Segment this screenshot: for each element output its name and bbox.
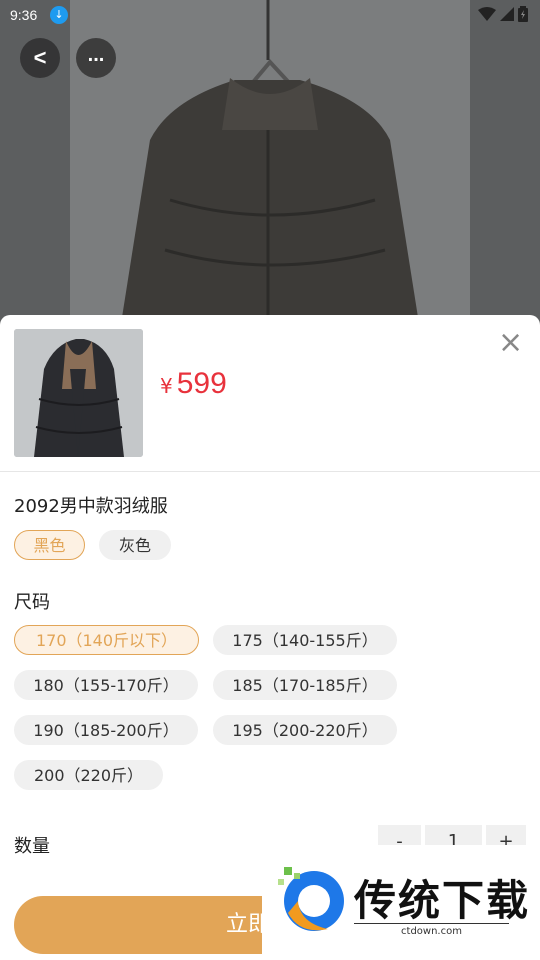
size-option-195[interactable]: 195（200-220斤） bbox=[213, 715, 397, 745]
watermark-url: ctdown.com bbox=[354, 923, 509, 937]
signal-icon bbox=[500, 7, 514, 21]
wifi-icon bbox=[478, 7, 496, 21]
close-icon[interactable]: × bbox=[498, 328, 523, 358]
size-option-200[interactable]: 200（220斤） bbox=[14, 760, 163, 790]
quantity-label: 数量 bbox=[14, 836, 50, 857]
size-option-170[interactable]: 170（140斤以下） bbox=[14, 625, 199, 655]
status-bar: 9:36 ↓ bbox=[0, 0, 540, 30]
color-option-black[interactable]: 黑色 bbox=[14, 530, 85, 560]
size-title: 尺码 bbox=[14, 592, 50, 613]
status-time: 9:36 bbox=[10, 7, 38, 23]
back-button[interactable]: < bbox=[20, 38, 60, 78]
size-option-190[interactable]: 190（185-200斤） bbox=[14, 715, 198, 745]
product-thumbnail bbox=[14, 329, 143, 457]
currency-symbol: ¥ bbox=[160, 374, 173, 398]
color-option-gray[interactable]: 灰色 bbox=[99, 530, 171, 560]
product-name: 2092男中款羽绒服 bbox=[14, 496, 168, 517]
battery-icon bbox=[518, 6, 528, 22]
size-option-185[interactable]: 185（170-185斤） bbox=[213, 670, 397, 700]
download-icon: ↓ bbox=[50, 6, 68, 24]
watermark-title: 传统下载 bbox=[354, 876, 531, 925]
size-option-175[interactable]: 175（140-155斤） bbox=[213, 625, 397, 655]
divider bbox=[0, 471, 540, 472]
price: ¥599 bbox=[160, 367, 227, 401]
size-option-180[interactable]: 180（155-170斤） bbox=[14, 670, 198, 700]
watermark-logo: 传统下载 ctdown.com bbox=[262, 845, 540, 960]
price-value: 599 bbox=[176, 367, 227, 400]
more-options-button[interactable]: ... bbox=[76, 38, 116, 78]
